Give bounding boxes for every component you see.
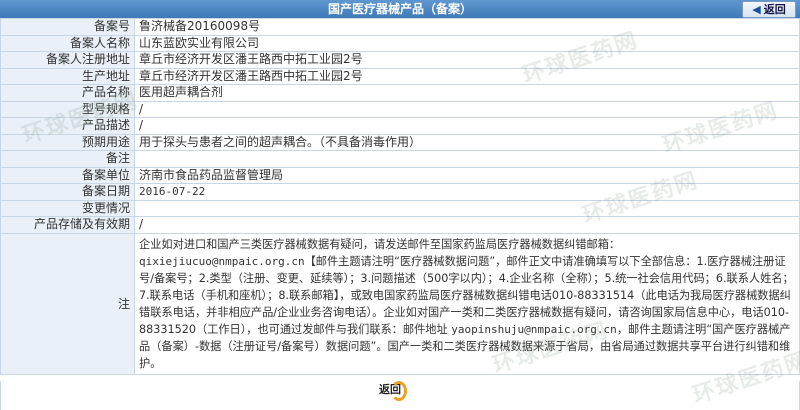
field-value bbox=[134, 199, 800, 217]
field-label: 备注 bbox=[0, 150, 135, 168]
field-label: 生产地址 bbox=[0, 67, 135, 85]
field-value: 章丘市经济开发区潘王路西中拓工业园2号 bbox=[134, 51, 800, 69]
field-label: 产品描述 bbox=[0, 117, 135, 135]
row-storage-validity: 产品存储及有效期 / bbox=[0, 216, 800, 234]
row-remarks: 备注 bbox=[0, 150, 800, 168]
note-email-link[interactable]: qixiejiucuo@nmpaic.org.cn bbox=[139, 255, 305, 268]
field-label: 备案人注册地址 bbox=[0, 51, 135, 69]
row-product-name: 产品名称 医用超声耦合剂 bbox=[0, 84, 800, 102]
note-email-link[interactable]: yaopinshuju@nmpaic.org.cn bbox=[451, 323, 617, 336]
row-filing-date: 备案日期 2016-07-22 bbox=[0, 183, 800, 201]
field-value: 章丘市经济开发区潘王路西中拓工业园2号 bbox=[134, 67, 800, 85]
back-button-top[interactable]: ◀ 返回 bbox=[742, 1, 796, 18]
product-info-table: 备案号 鲁济械备20160098号 备案人名称 山东蓝欧实业有限公司 备案人注册… bbox=[0, 18, 800, 375]
row-registrant-address: 备案人注册地址 章丘市经济开发区潘王路西中拓工业园2号 bbox=[0, 51, 800, 69]
note-content: 企业如对进口和国产三类医疗器械数据有疑问，请发送邮件至国家药监局医疗器械数据纠错… bbox=[134, 232, 800, 375]
field-label: 变更情况 bbox=[0, 199, 135, 217]
field-value: 医用超声耦合剂 bbox=[134, 84, 800, 102]
field-label: 备案日期 bbox=[0, 183, 135, 201]
field-label: 备案人名称 bbox=[0, 34, 135, 52]
field-label: 预期用途 bbox=[0, 133, 135, 151]
field-value: 山东蓝欧实业有限公司 bbox=[134, 34, 800, 52]
back-arrow-icon: ◀ bbox=[752, 3, 761, 16]
field-value bbox=[134, 150, 800, 168]
note-paragraph: 企业如对进口和国产三类医疗器械数据有疑问，请发送邮件至国家药监局医疗器械数据纠错… bbox=[139, 237, 621, 251]
row-note: 注 企业如对进口和国产三类医疗器械数据有疑问，请发送邮件至国家药监局医疗器械数据… bbox=[0, 232, 800, 375]
row-product-description: 产品描述 / bbox=[0, 117, 800, 135]
field-label: 产品名称 bbox=[0, 84, 135, 102]
field-label: 备案号 bbox=[0, 18, 135, 36]
field-label: 产品存储及有效期 bbox=[0, 216, 135, 234]
row-production-address: 生产地址 章丘市经济开发区潘王路西中拓工业园2号 bbox=[0, 67, 800, 85]
row-record-number: 备案号 鲁济械备20160098号 bbox=[0, 18, 800, 36]
field-label: 备案单位 bbox=[0, 166, 135, 184]
field-value: / bbox=[134, 117, 800, 135]
field-value: 2016-07-22 bbox=[134, 183, 800, 201]
row-filing-unit: 备案单位 济南市食品药品监督管理局 bbox=[0, 166, 800, 184]
back-button-top-label: 返回 bbox=[763, 3, 786, 16]
row-change-status: 变更情况 bbox=[0, 199, 800, 217]
field-label: 型号规格 bbox=[0, 100, 135, 118]
row-registrant-name: 备案人名称 山东蓝欧实业有限公司 bbox=[0, 34, 800, 52]
back-ring-icon bbox=[391, 381, 407, 401]
field-value: 用于探头与患者之间的超声耦合。（不具备消毒作用） bbox=[134, 133, 800, 151]
back-button-bottom[interactable]: 返回 bbox=[379, 381, 407, 404]
field-value: 济南市食品药品监督管理局 bbox=[134, 166, 800, 184]
field-value: / bbox=[134, 100, 800, 118]
field-value: 鲁济械备20160098号 bbox=[134, 18, 800, 36]
field-label: 注 bbox=[0, 232, 135, 375]
window-titlebar: 国产医疗器械产品（备案） ◀ 返回 bbox=[0, 0, 800, 18]
row-intended-use: 预期用途 用于探头与患者之间的超声耦合。（不具备消毒作用） bbox=[0, 133, 800, 151]
footer-bar: 返回 bbox=[0, 381, 800, 410]
window-title: 国产医疗器械产品（备案） bbox=[327, 2, 472, 16]
field-value: / bbox=[134, 216, 800, 234]
row-model-spec: 型号规格 / bbox=[0, 100, 800, 118]
